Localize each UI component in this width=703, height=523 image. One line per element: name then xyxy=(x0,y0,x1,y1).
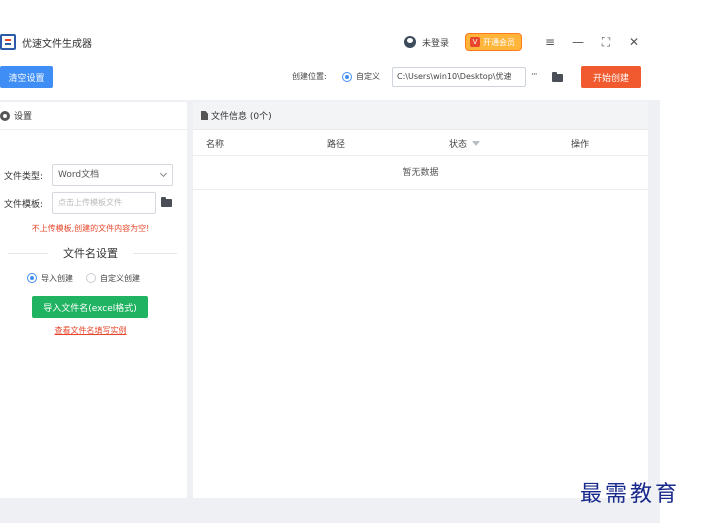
vip-button[interactable]: V 开通会员 xyxy=(465,33,522,51)
settings-panel: 设置 文件类型: Word文档 文件模板: 点击上传模板文件 不上传模板,创建的… xyxy=(0,102,187,498)
toolbar: 清空设置 创建位置: 自定义 C:\Users\win10\Desktop\优速… xyxy=(0,64,660,92)
clear-settings-button[interactable]: 清空设置 xyxy=(0,66,53,88)
vip-icon: V xyxy=(470,37,480,47)
column-name: 名称 xyxy=(206,140,225,150)
chevron-down-icon xyxy=(159,169,168,178)
maximize-icon[interactable]: ⛶ xyxy=(592,32,620,52)
column-path: 路径 xyxy=(327,140,346,150)
file-info-panel: 文件信息 (0个) 名称 路径 状态 操作 暂无数据 xyxy=(193,102,648,498)
file-icon xyxy=(201,111,208,120)
import-filenames-button[interactable]: 导入文件名(excel格式) xyxy=(32,296,148,318)
close-icon[interactable]: ✕ xyxy=(620,32,648,52)
custom-create-radio[interactable] xyxy=(86,273,96,283)
filename-example-link[interactable]: 查看文件名填写实例 xyxy=(0,325,181,336)
import-create-radio[interactable] xyxy=(27,273,37,283)
file-type-label: 文件类型: xyxy=(4,172,44,182)
vip-label: 开通会员 xyxy=(483,37,515,47)
gear-icon xyxy=(0,110,10,121)
location-label: 创建位置: xyxy=(292,72,327,81)
custom-create-label[interactable]: 自定义创建 xyxy=(100,273,140,284)
title-bar-actions: 未登录 V 开通会员 ≡ — ⛶ ✕ xyxy=(403,22,648,62)
output-path-input[interactable]: C:\Users\win10\Desktop\优速 xyxy=(392,67,526,87)
user-icon[interactable] xyxy=(403,36,416,48)
column-status: 状态 xyxy=(449,140,468,150)
app-window: 优速文件生成器 未登录 V 开通会员 ≡ — ⛶ ✕ 清空设置 创建位置: 自定… xyxy=(0,22,660,523)
template-upload-input[interactable]: 点击上传模板文件 xyxy=(52,192,156,214)
custom-location-radio[interactable] xyxy=(342,72,352,82)
custom-location-label[interactable]: 自定义 xyxy=(356,71,380,82)
more-icon[interactable]: ··· xyxy=(531,70,538,80)
open-folder-icon[interactable] xyxy=(552,72,563,82)
start-create-button[interactable]: 开始创建 xyxy=(581,66,641,88)
app-logo-icon xyxy=(0,34,16,50)
login-link[interactable]: 未登录 xyxy=(422,36,449,49)
file-info-title: 文件信息 (0个) xyxy=(211,112,272,122)
title-bar: 优速文件生成器 未登录 V 开通会员 ≡ — ⛶ ✕ xyxy=(0,22,660,62)
table-header: 名称 路径 状态 操作 xyxy=(193,130,648,156)
app-title: 优速文件生成器 xyxy=(22,38,92,50)
import-create-label[interactable]: 导入创建 xyxy=(41,273,73,284)
template-folder-icon[interactable] xyxy=(161,197,172,207)
column-action: 操作 xyxy=(571,140,590,150)
file-type-value: Word文档 xyxy=(58,170,100,180)
empty-state: 暂无数据 xyxy=(193,156,648,190)
divider xyxy=(133,253,177,254)
template-label: 文件模板: xyxy=(4,200,44,210)
settings-title: 设置 xyxy=(14,112,33,122)
template-warning: 不上传模板,创建的文件内容为空! xyxy=(31,224,150,233)
menu-icon[interactable]: ≡ xyxy=(536,32,564,52)
filter-icon[interactable] xyxy=(472,141,480,146)
minimize-icon[interactable]: — xyxy=(564,32,592,52)
settings-header: 设置 xyxy=(0,102,187,130)
file-type-select[interactable]: Word文档 xyxy=(52,164,173,186)
file-info-header: 文件信息 (0个) xyxy=(193,102,648,130)
watermark-text: 最需教育 xyxy=(580,482,681,507)
